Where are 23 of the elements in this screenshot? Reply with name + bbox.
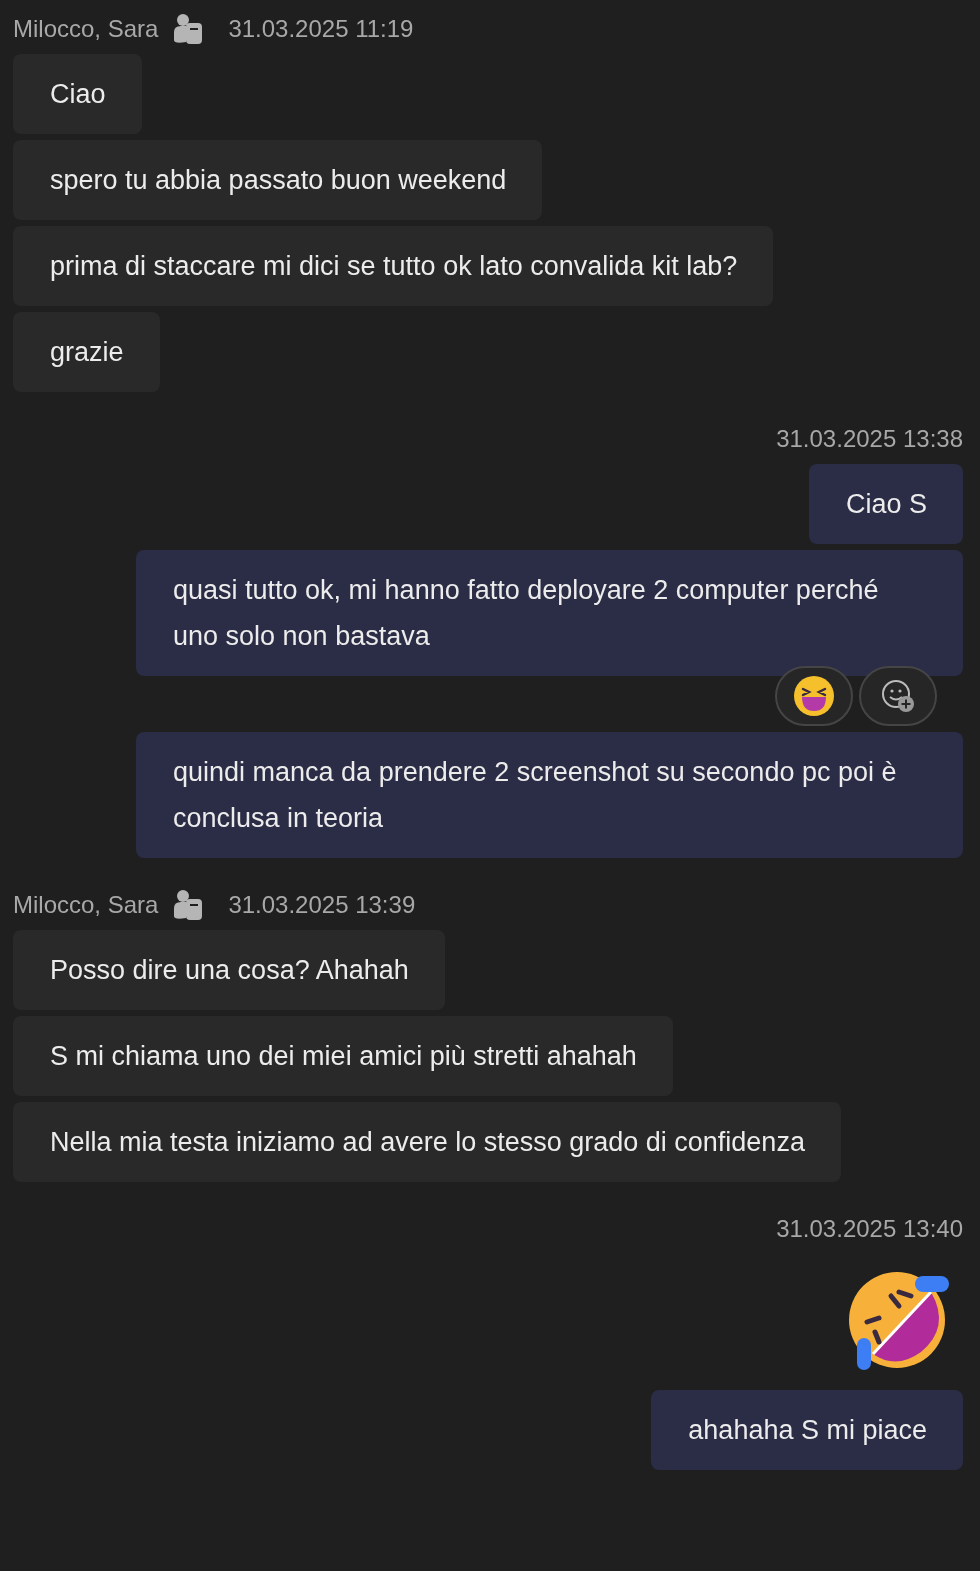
message-time: 31.03.2025 13:39 [228, 891, 416, 919]
guest-user-icon [172, 888, 205, 922]
message-bubble: Posso dire una cosa? Ahahah [13, 930, 445, 1010]
message-bubble: Ciao [13, 54, 142, 134]
reaction-chip[interactable] [775, 666, 853, 726]
message-time: 31.03.2025 11:19 [228, 15, 414, 43]
sender-name: Milocco, Sara [13, 891, 159, 919]
message-time: 31.03.2025 13:38 [776, 425, 963, 453]
message-time: 31.03.2025 13:40 [776, 1215, 963, 1243]
message-bubble: spero tu abbia passato buon weekend [13, 140, 543, 220]
message-bubble: grazie [13, 312, 160, 392]
message-bubble: Nella mia testa iniziamo ad avere lo stesso grado di confidenza [13, 1102, 841, 1182]
message-bubble: ahahaha S mi piace [651, 1390, 963, 1470]
add-reaction-icon [880, 678, 916, 714]
sender-name: Milocco, Sara [13, 15, 159, 43]
message-bubble: quasi tutto ok, mi hanno fatto deployare 2 computer perché uno solo non bastava [136, 550, 963, 676]
message-bubble: Ciao S [808, 464, 963, 544]
laughing-emoji-icon [793, 675, 835, 717]
message-bubble: quindi manca da prendere 2 screenshot su secondo pc poi è conclusa in teoria [136, 732, 963, 858]
guest-user-icon [172, 12, 205, 46]
message-bubble: prima di staccare mi dici se tutto ok lato convalida kit lab? [13, 226, 774, 306]
message-bubble: S mi chiama uno dei miei amici più stretti ahahah [13, 1016, 673, 1096]
add-reaction-button[interactable] [859, 666, 937, 726]
